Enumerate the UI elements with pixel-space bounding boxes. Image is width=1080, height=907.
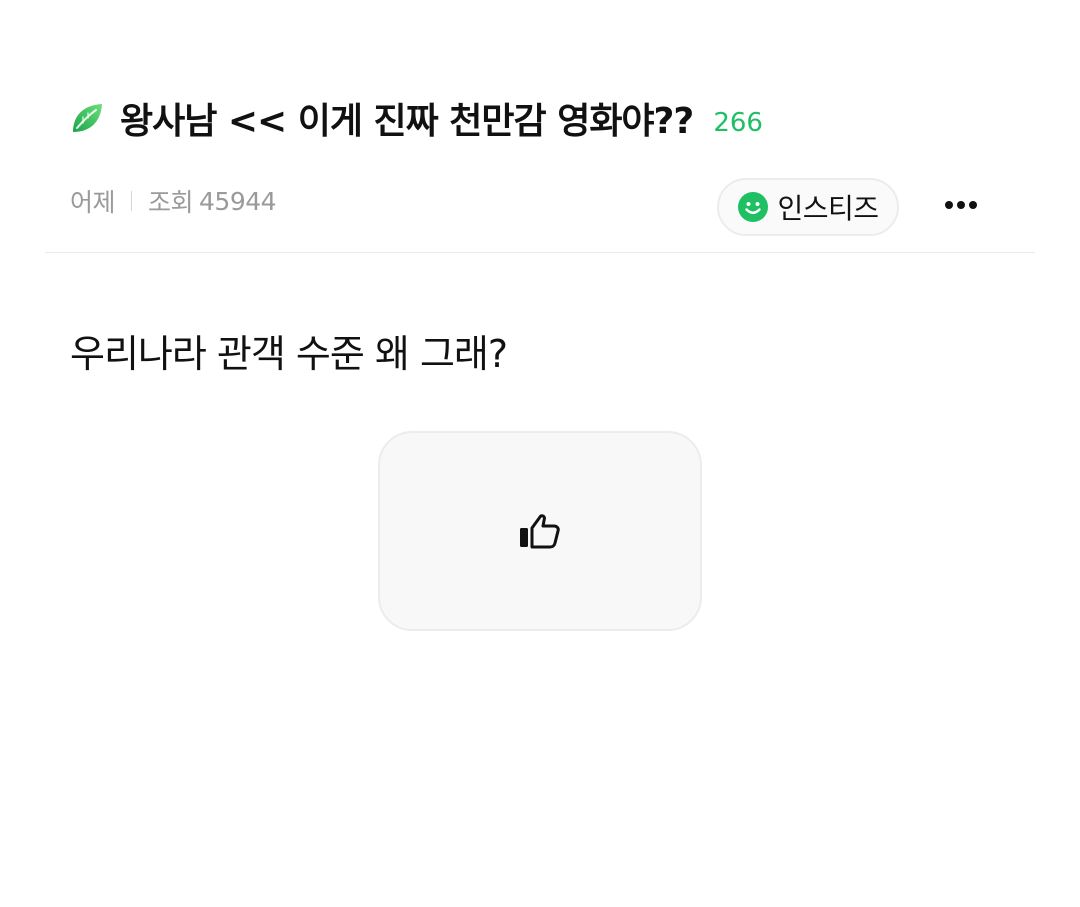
board-chip[interactable]: 인스티즈 (717, 178, 899, 236)
like-button[interactable] (378, 431, 702, 631)
views-label: 조회 (148, 188, 194, 217)
post-title: 왕사남 << 이게 진짜 천만감 영화야?? (120, 101, 694, 142)
post-header: 왕사남 << 이게 진짜 천만감 영화야?? 266 (68, 92, 763, 144)
header-divider (45, 252, 1035, 253)
more-options-button[interactable] (936, 186, 986, 224)
post-date: 어제 (70, 188, 116, 217)
post-body: 우리나라 관객 수준 왜 그래? (70, 332, 508, 376)
board-name: 인스티즈 (777, 192, 879, 225)
thumbs-up-icon (516, 507, 564, 555)
views-count: 45944 (199, 186, 277, 216)
more-dot (957, 201, 965, 209)
smile-icon (737, 191, 769, 223)
post-meta: 어제 조회 45944 (70, 183, 277, 219)
comment-count[interactable]: 266 (713, 108, 763, 138)
leaf-icon (68, 99, 106, 137)
post-page: 왕사남 << 이게 진짜 천만감 영화야?? 266 어제 조회 45944 인… (0, 0, 1080, 907)
more-dot (969, 201, 977, 209)
more-horizontal-icon (945, 201, 953, 209)
meta-separator (131, 191, 133, 211)
